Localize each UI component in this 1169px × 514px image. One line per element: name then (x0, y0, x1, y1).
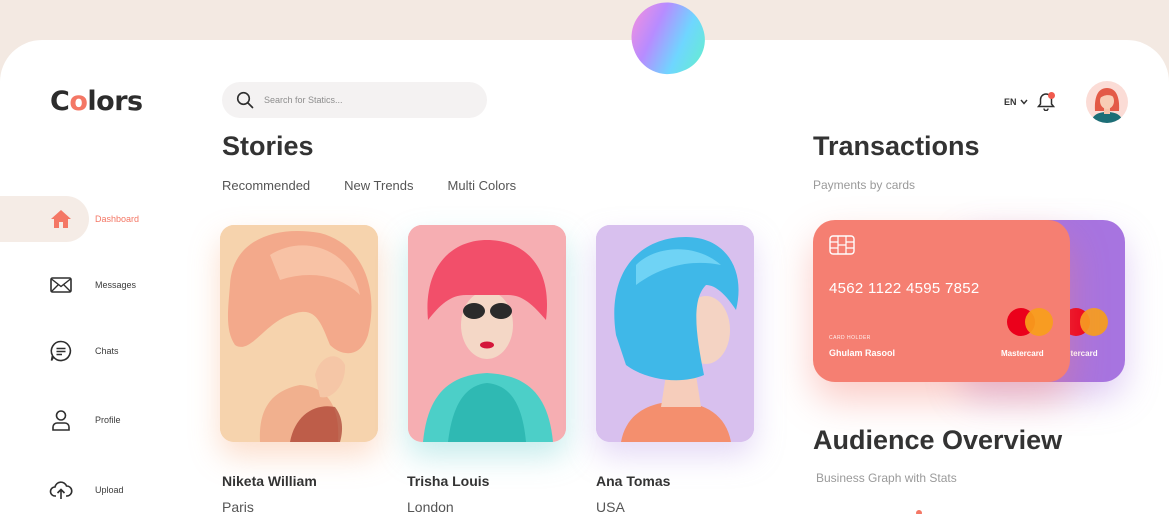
tab-new-trends[interactable]: New Trends (344, 178, 413, 193)
user-icon (49, 408, 73, 432)
card-brand-label: stercard (1066, 349, 1098, 358)
tab-multi-colors[interactable]: Multi Colors (448, 178, 517, 193)
sidebar-item-label: Dashboard (95, 214, 140, 224)
story-card-image[interactable] (596, 225, 754, 442)
story-name: Ana Tomas (596, 473, 671, 489)
transactions-subtitle: Payments by cards (813, 178, 916, 192)
story-city: London (407, 499, 454, 514)
sidebar-item-label: Upload (95, 485, 124, 495)
language-label: EN (1004, 97, 1017, 107)
stories-title: Stories (222, 131, 314, 161)
card-holder-label: CARD HOLDER (829, 335, 871, 341)
search-icon[interactable] (236, 91, 254, 109)
story-city: USA (596, 499, 625, 514)
notification-badge (1048, 92, 1055, 99)
sidebar-item-upload[interactable]: Upload (0, 467, 124, 513)
card-number: 4562 1122 4595 7852 (829, 280, 980, 297)
sidebar-item-chats[interactable]: Chats (0, 328, 119, 374)
graph-point (916, 510, 922, 514)
sidebar-item-profile[interactable]: Profile (0, 397, 121, 443)
transactions-title: Transactions (813, 131, 980, 161)
search-bar (222, 82, 487, 118)
story-name: Trisha Louis (407, 473, 490, 489)
story-card-image[interactable] (408, 225, 566, 442)
mail-icon (49, 273, 73, 297)
story-name: Niketa William (222, 473, 317, 489)
story-city: Paris (222, 499, 254, 514)
card-brand-label: Mastercard (1001, 349, 1044, 358)
credit-card-front[interactable]: 4562 1122 4595 7852 CARD HOLDER Ghulam R… (813, 220, 1070, 382)
sidebar-item-messages[interactable]: Messages (0, 262, 136, 308)
audience-subtitle: Business Graph with Stats (816, 471, 957, 485)
mastercard-logo-icon (1007, 308, 1053, 336)
stories-tabs: Recommended New Trends Multi Colors (222, 178, 516, 193)
language-selector[interactable]: EN (1004, 97, 1028, 107)
sidebar-item-label: Messages (95, 280, 137, 290)
card-holder-name: Ghulam Rasool (829, 348, 896, 358)
sidebar-item-dashboard[interactable]: Dashboard (0, 196, 139, 242)
sidebar-item-label: Profile (95, 415, 121, 425)
chat-icon (49, 339, 73, 363)
tab-recommended[interactable]: Recommended (222, 178, 310, 193)
app-logo[interactable]: Colors (50, 86, 143, 117)
audience-title: Audience Overview (813, 425, 1063, 455)
upload-icon (49, 478, 73, 502)
home-icon (49, 207, 73, 231)
story-card-image[interactable] (220, 225, 378, 442)
chevron-down-icon (1019, 99, 1028, 105)
app-window: Colors Dashboard Messages Chats Profile … (0, 40, 1169, 514)
search-input[interactable] (264, 91, 474, 109)
sidebar-item-label: Chats (95, 346, 119, 356)
card-chip-icon (829, 235, 855, 255)
avatar[interactable] (1086, 81, 1128, 123)
